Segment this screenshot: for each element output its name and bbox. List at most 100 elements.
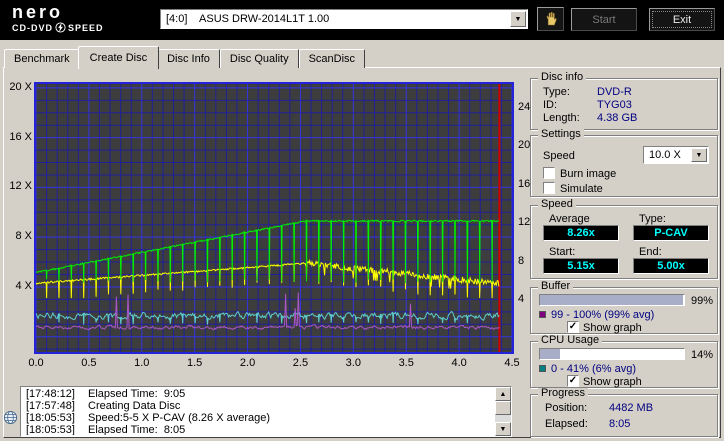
x-axis-tick: 2.5 bbox=[292, 357, 309, 369]
start-button[interactable]: Start bbox=[571, 8, 637, 31]
log-line: [17:48:12] Elapsed Time: 9:05 bbox=[26, 388, 186, 400]
simulate-label: Simulate bbox=[560, 183, 603, 195]
start-speed-label: Start: bbox=[549, 246, 576, 258]
cpu-percent: 14% bbox=[690, 349, 713, 361]
buffer-show-graph-checkbox[interactable] bbox=[567, 321, 579, 333]
elapsed-label: Elapsed: bbox=[545, 418, 588, 430]
log-scrollbar[interactable] bbox=[495, 387, 511, 436]
cpu-usage-title: CPU Usage bbox=[538, 335, 603, 346]
hand-tool-button[interactable] bbox=[537, 7, 564, 31]
settings-group: Settings Speed 10.0 X Burn image Simulat… bbox=[530, 129, 718, 197]
disc-length-value: 4.38 GB bbox=[597, 112, 638, 124]
write-speed-line bbox=[35, 218, 500, 284]
log-line: [18:05:53] Elapsed Time: 8:05 bbox=[26, 424, 186, 435]
y-axis-left-tick: 4 X bbox=[15, 279, 32, 292]
y-axis-right-tick: 16 bbox=[518, 177, 531, 190]
end-speed-label: End: bbox=[639, 246, 662, 258]
log-lines: [17:48:12] Elapsed Time: 9:05 [17:57:48] Cr… bbox=[22, 388, 494, 435]
position-label: Position: bbox=[545, 402, 588, 414]
position-value: 4482 MB bbox=[609, 402, 654, 414]
x-axis-tick: 1.5 bbox=[187, 357, 203, 369]
speed-select[interactable]: 10.0 X bbox=[643, 146, 709, 164]
tab-strip: Benchmark Create Disc Disc Info Disc Qua… bbox=[4, 46, 366, 69]
burn-image-checkbox[interactable] bbox=[543, 167, 555, 179]
simulate-checkbox[interactable] bbox=[543, 182, 555, 194]
chart-canvas bbox=[35, 84, 513, 352]
buffer-title: Buffer bbox=[538, 281, 574, 292]
rotation-speed-line bbox=[35, 259, 500, 299]
y-axis-right-tick: 12 bbox=[518, 216, 531, 229]
nero-logo: nero CD-DVD SPEED bbox=[12, 2, 104, 33]
end-speed-value: 5.00x bbox=[633, 258, 709, 274]
x-axis-tick: 3.5 bbox=[398, 357, 414, 369]
speed-type-label: Type: bbox=[639, 213, 666, 225]
globe-icon bbox=[3, 410, 18, 425]
tab-disc-info[interactable]: Disc Info bbox=[157, 49, 220, 68]
buffer-bar bbox=[539, 294, 685, 306]
speed-type-value: P-CAV bbox=[633, 225, 709, 241]
speed-group-title: Speed bbox=[538, 199, 576, 210]
buffer-bar-fill bbox=[540, 295, 683, 305]
tab-disc-quality[interactable]: Disc Quality bbox=[219, 49, 299, 68]
x-axis-tick: 2.0 bbox=[239, 357, 256, 369]
buffer-level-line bbox=[35, 310, 500, 325]
x-axis-tick: 0.5 bbox=[81, 357, 97, 369]
progress-group: Progress Position: 4482 MB Elapsed: 8:05 bbox=[530, 388, 718, 437]
tab-benchmark[interactable]: Benchmark bbox=[4, 49, 80, 68]
y-axis-left-tick: 12 X bbox=[9, 180, 32, 193]
speed-select-label: Speed bbox=[543, 150, 575, 162]
log-line: [17:57:48] Creating Data Disc bbox=[26, 400, 181, 412]
chevron-down-icon[interactable] bbox=[510, 11, 526, 27]
drive-selector-value: [4:0] ASUS DRW-2014L1T 1.00 bbox=[166, 13, 330, 25]
hand-icon bbox=[546, 11, 557, 26]
tab-create-disc[interactable]: Create Disc bbox=[77, 46, 160, 69]
speed-chart-plot bbox=[34, 82, 514, 354]
cpu-show-graph-label: Show graph bbox=[583, 376, 642, 388]
cpu-color-swatch bbox=[539, 365, 546, 372]
drive-selector[interactable]: [4:0] ASUS DRW-2014L1T 1.00 bbox=[160, 9, 528, 29]
buffer-percent: 99% bbox=[690, 295, 713, 307]
y-axis-left-tick: 20 X bbox=[9, 80, 32, 93]
progress-title: Progress bbox=[538, 388, 589, 399]
cpu-show-graph-checkbox[interactable] bbox=[567, 375, 579, 387]
chart-grid bbox=[35, 84, 513, 352]
y-axis-right-tick: 4 bbox=[518, 293, 525, 305]
y-axis-right-tick: 8 bbox=[518, 254, 525, 267]
y-axis-right-tick: 24 bbox=[518, 101, 531, 113]
tab-scandisc[interactable]: ScanDisc bbox=[298, 49, 366, 68]
disc-info-title: Disc info bbox=[538, 72, 587, 83]
cd-dvd-speed-logo-text: CD-DVD SPEED bbox=[12, 22, 104, 33]
logo-cd-dvd-text: CD-DVD bbox=[12, 22, 53, 33]
y-axis-right-tick: 20 bbox=[518, 139, 531, 152]
log-line: [18:05:53] Speed:5-5 X P-CAV (8.26 X aver… bbox=[26, 412, 271, 424]
buffer-show-graph-label: Show graph bbox=[583, 322, 642, 334]
logo-speed-text: SPEED bbox=[68, 22, 104, 33]
speed-select-value: 10.0 X bbox=[649, 149, 681, 161]
settings-title: Settings bbox=[538, 129, 584, 140]
scrollbar-up-button[interactable] bbox=[495, 387, 511, 401]
buffer-group: Buffer 99% 99 - 100% (99% avg) Show grap… bbox=[530, 281, 718, 334]
lightning-bolt-icon bbox=[55, 22, 66, 33]
x-axis-tick: 1.0 bbox=[134, 357, 150, 369]
x-axis-tick: 0.0 bbox=[28, 357, 44, 369]
nero-cd-dvd-speed-window: nero CD-DVD SPEED [4:0] ASUS DRW-2014L1T… bbox=[0, 0, 724, 441]
chevron-down-icon[interactable] bbox=[691, 148, 707, 162]
burn-image-label: Burn image bbox=[560, 168, 617, 180]
disc-id-label: ID: bbox=[543, 99, 558, 111]
buffer-range-text: 99 - 100% (99% avg) bbox=[551, 309, 655, 321]
event-log: [17:48:12] Elapsed Time: 9:05 [17:57:48] Cr… bbox=[20, 386, 512, 437]
scrollbar-down-button[interactable] bbox=[495, 422, 511, 436]
disc-id-value: TYG03 bbox=[597, 99, 632, 111]
x-axis-tick: 4.0 bbox=[451, 357, 467, 369]
average-speed-label: Average bbox=[549, 213, 590, 225]
title-bar: nero CD-DVD SPEED [4:0] ASUS DRW-2014L1T… bbox=[0, 0, 724, 40]
cpu-bar bbox=[539, 348, 685, 360]
x-axis-tick: 3.0 bbox=[345, 357, 361, 369]
cpu-usage-group: CPU Usage 14% 0 - 41% (6% avg) Show grap… bbox=[530, 335, 718, 388]
speed-group: Speed Average Type: 8.26x P-CAV Start: E… bbox=[530, 199, 718, 279]
y-axis-left-tick: 16 X bbox=[9, 130, 32, 143]
exit-button[interactable]: Exit bbox=[649, 8, 715, 31]
nero-logo-text: nero bbox=[12, 2, 64, 22]
scrollbar-thumb[interactable] bbox=[495, 401, 511, 415]
cpu-bar-fill bbox=[540, 349, 561, 359]
